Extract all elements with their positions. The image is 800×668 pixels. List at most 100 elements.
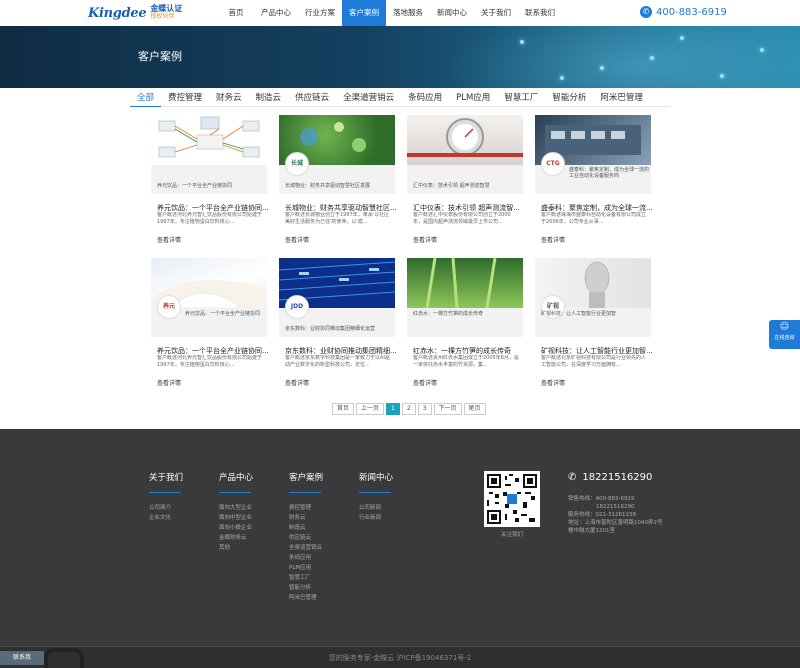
- tab-all[interactable]: 全部: [130, 91, 162, 107]
- nav-contact[interactable]: 联系我们: [518, 0, 562, 26]
- footer-link[interactable]: PLM应用: [289, 563, 323, 573]
- footer-link[interactable]: 制造云: [289, 523, 323, 533]
- case-category-tabs: 全部 费控管理 财务云 制造云 供应链云 全渠道营销云 条码应用 PLM应用 智…: [130, 91, 670, 107]
- footer-link[interactable]: 面向大型企业: [219, 503, 253, 513]
- footer-address: 地址：上海市普陀区香明路1040弄2号楼中融大厦1201室: [568, 520, 663, 534]
- footer-col-title: 产品中心: [219, 473, 254, 483]
- footer-link[interactable]: 智慧工厂: [289, 573, 323, 583]
- footer-link[interactable]: 面向小微企业: [219, 523, 253, 533]
- case-caption-bar: 红赤水：一棵方竹笋的成长传奇: [407, 308, 523, 337]
- nav-products[interactable]: 产品中心: [254, 0, 298, 26]
- case-card[interactable]: 长城 长城物业：财务共享驱动智慧社区发展 长城物业：财务共享驱动智慧社区... …: [279, 115, 397, 248]
- footer-col-cases: 客户案例 费控管理 财务云 制造云 供应链云 全渠道营销云 条码应用 PLM应用…: [289, 471, 323, 603]
- footer-link[interactable]: 费控管理: [289, 503, 323, 513]
- tab-expense[interactable]: 费控管理: [161, 91, 209, 107]
- case-caption-bar: 养元饮品：一个平台全产业链协同: [151, 165, 267, 194]
- tab-amoeba[interactable]: 阿米巴管理: [593, 91, 650, 107]
- page-next[interactable]: 下一页: [433, 403, 462, 415]
- page-banner: 客户案例: [0, 26, 800, 88]
- footer-link[interactable]: 公司简介: [149, 503, 183, 513]
- case-more-link[interactable]: 查看详情: [157, 378, 181, 387]
- case-caption-bar: 矿视 矿视科技：让人工智能行业更加智: [535, 295, 651, 337]
- footer-link[interactable]: 财务云: [289, 513, 323, 523]
- case-card[interactable]: CTG 盛泰科：聚焦定制，成为全球一流的工业自动化设备服务商 盛泰科：聚焦定制，…: [535, 115, 653, 248]
- case-desc: 客户概述河北养元智汇饮品股份有限公司始建于1997年，专注植物蛋白饮料核心...: [157, 355, 263, 368]
- nav-news[interactable]: 新闻中心: [430, 0, 474, 26]
- case-more-link[interactable]: 查看详情: [413, 378, 437, 387]
- footer-service-line: 服务热线：021-31261158: [568, 512, 636, 518]
- footer-link[interactable]: 行业新闻: [359, 513, 393, 523]
- case-caption: 矿视科技：让人工智能行业更加智: [541, 311, 617, 317]
- footer-sales-mobile: 18221516290: [596, 504, 635, 510]
- footer-col-about: 关于我们 公司简介 企业文化: [149, 471, 183, 523]
- case-caption: 红赤水：一棵方竹笋的成长传奇: [413, 311, 484, 317]
- nav-home[interactable]: 首页: [218, 0, 254, 26]
- page-prev[interactable]: 上一页: [356, 403, 385, 415]
- online-consult-label: 在线咨询: [774, 335, 795, 341]
- page-last[interactable]: 尾页: [463, 403, 486, 415]
- footer-sales-line: 销售热线：400-883-6919: [568, 496, 635, 502]
- footer-link[interactable]: 金蝶财务云: [219, 533, 253, 543]
- case-more-link[interactable]: 查看详情: [541, 235, 565, 244]
- qr-label: 关注我们: [500, 532, 523, 538]
- online-consult-button[interactable]: ☺ 在线咨询: [769, 320, 800, 349]
- nav-cases[interactable]: 客户案例: [342, 0, 386, 26]
- pagination: 首页 上一页 1 2 3 下一页 尾页: [332, 403, 488, 415]
- tab-barcode[interactable]: 条码应用: [401, 91, 449, 107]
- footer-link[interactable]: 面向中型企业: [219, 513, 253, 523]
- footer-link[interactable]: 全渠道营销云: [289, 543, 323, 553]
- page-first[interactable]: 首页: [332, 403, 355, 415]
- page-2[interactable]: 2: [401, 403, 416, 415]
- footer-col-title: 新闻中心: [359, 473, 394, 483]
- case-more-link[interactable]: 查看详情: [541, 378, 565, 387]
- tab-plm[interactable]: PLM应用: [449, 91, 497, 107]
- case-card[interactable]: 养元饮品：一个平台全产业链协同 养元饮品：一个平台全产业链协同... 客户概述河…: [151, 115, 269, 248]
- case-image: [407, 115, 523, 165]
- case-desc: 客户概述北京旷视科技有限公司是行业领先的人工智能公司，在深度学习方面拥有...: [541, 355, 647, 368]
- case-caption: 养元饮品：一个平台全产业链协同: [157, 183, 233, 189]
- footer-link[interactable]: 阿米巴管理: [289, 593, 323, 603]
- case-card[interactable]: JDD 京东数科：业财协同推动集团精细化运营 京东数科：业财协同推动集团精细..…: [279, 258, 397, 391]
- tab-analytics[interactable]: 智能分析: [545, 91, 593, 107]
- footer-link[interactable]: 条码应用: [289, 553, 323, 563]
- site-footer: 关于我们 公司简介 企业文化 产品中心 面向大型企业 面向中型企业 面向小微企业…: [0, 429, 800, 668]
- case-caption-bar: CTG 盛泰科：聚焦定制，成为全球一流的工业自动化设备服务商: [535, 152, 651, 194]
- tab-smart-factory[interactable]: 智慧工厂: [497, 91, 545, 107]
- site-header: Kingdee 金蝶认证 授权伙伴 首页 产品中心 行业方案 客户案例 落地服务…: [0, 0, 800, 26]
- footer-col-title: 客户案例: [289, 473, 324, 483]
- nav-service[interactable]: 落地服务: [386, 0, 430, 26]
- case-more-link[interactable]: 查看详情: [285, 378, 309, 387]
- tab-supply-chain[interactable]: 供应链云: [288, 91, 336, 107]
- page-1[interactable]: 1: [386, 403, 400, 415]
- tab-finance-cloud[interactable]: 财务云: [209, 91, 249, 107]
- case-caption: 京东数科：业财协同推动集团精细化运营: [285, 326, 376, 332]
- case-image: [151, 115, 267, 165]
- footer-link[interactable]: 供应链云: [289, 533, 323, 543]
- footer-link[interactable]: 其他: [219, 543, 253, 553]
- case-more-link[interactable]: 查看详情: [413, 235, 437, 244]
- case-card[interactable]: 矿视 矿视科技：让人工智能行业更加智 矿视科技：让人工智能行业更加智... 客户…: [535, 258, 653, 391]
- case-desc: 客户概述汇中仪表股份有限公司创立于2000年，是国内超声测流领域最早上市公司..…: [413, 212, 511, 225]
- case-desc: 客户概述珠海市盛泰科自动化设备有限公司成立于2006年，公司专业从事...: [541, 212, 647, 225]
- tab-omnichannel[interactable]: 全渠道营销云: [336, 91, 401, 107]
- footer-col-news: 新闻中心 公司新闻 行业新闻: [359, 471, 393, 523]
- footer-contact-info: 销售热线：400-883-6919 18221516290 服务热线：021-3…: [568, 495, 664, 535]
- nav-solutions[interactable]: 行业方案: [298, 0, 342, 26]
- footer-phone[interactable]: ✆ 18221516290: [568, 472, 652, 483]
- page-3[interactable]: 3: [417, 403, 432, 415]
- tab-manufacturing-cloud[interactable]: 制造云: [249, 91, 289, 107]
- company-logo: 养元: [157, 295, 181, 319]
- case-card[interactable]: 养元 养元饮品：一个平台全产业链协同 养元饮品：一个平台全产业链协同... 客户…: [151, 258, 269, 391]
- footer-link[interactable]: 企业文化: [149, 513, 183, 523]
- case-desc: 客户概述京东数字科技集团是一家致力于以AI驱动产业数字化的新型科技公司，定位..…: [285, 355, 390, 368]
- case-card[interactable]: 红赤水：一棵方竹笋的成长传奇 红赤水：一棵方竹笋的成长传奇 客户概述贵州红赤水集…: [407, 258, 523, 391]
- case-more-link[interactable]: 查看详情: [285, 235, 309, 244]
- case-card[interactable]: 汇中仪表：技术引领 超声测流智慧 汇中仪表：技术引领 超声测流智... 客户概述…: [407, 115, 523, 248]
- footer-link[interactable]: 公司新闻: [359, 503, 393, 513]
- case-more-link[interactable]: 查看详情: [157, 235, 181, 244]
- kingdee-logo[interactable]: Kingdee 金蝶认证 授权伙伴: [88, 3, 182, 23]
- company-logo: CTG: [541, 152, 565, 176]
- nav-about[interactable]: 关于我们: [474, 0, 518, 26]
- footer-link[interactable]: 智能分析: [289, 583, 323, 593]
- header-phone[interactable]: ✆ 400-883-6919: [640, 6, 727, 18]
